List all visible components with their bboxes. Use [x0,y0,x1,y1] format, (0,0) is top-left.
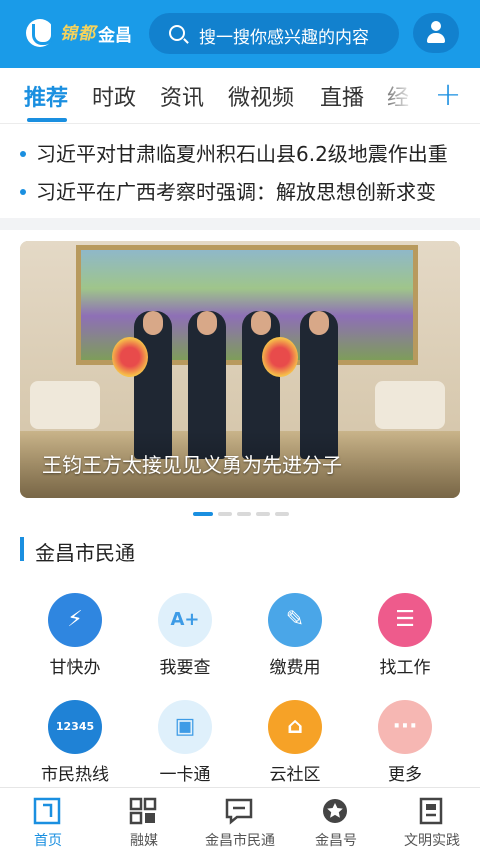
nav-label: 文明实践 [404,833,460,849]
bottom-nav: 首页 融媒 金昌市民通 金昌号 文明实践 [0,787,480,853]
flower-bouquet [112,337,148,377]
service-gankuaiban[interactable]: ⚡ 甘快办 [20,593,130,683]
service-label: 一卡通 [159,765,211,785]
tab-live[interactable]: 直播 [320,80,364,112]
headline-text: 习近平在广西考察时强调：解放思想创新求变 [36,180,436,204]
banner-caption: 王钧王方太接见见义勇为先进分子 [42,453,342,477]
more-icon: ··· [378,700,432,754]
headline-item[interactable]: 习近平对甘肃临夏州积石山县6.2级地震作出重 [20,138,448,168]
tab-micro-video[interactable]: 微视频 [228,80,294,112]
headline-ticker: 习近平对甘肃临夏州积石山县6.2级地震作出重 习近平在广西考察时强调：解放思想创… [0,124,480,218]
service-community[interactable]: ⌂ 云社区 [240,700,350,790]
grid-icon [129,797,157,825]
user-button[interactable] [413,13,459,53]
nav-label: 金昌市民通 [205,833,275,849]
search-document-icon: A+ [158,593,212,647]
channel-tabs: 推荐 时政 资讯 微视频 直播 经 + [0,68,480,124]
chat-icon [225,798,253,825]
logo-icon [26,19,54,47]
logo-mark: 锦都 [60,24,96,44]
nav-label: 金昌号 [315,833,357,849]
nav-citizen[interactable]: 金昌市民通 [192,788,288,853]
service-search[interactable]: A+ 我要查 [130,593,240,683]
nav-media[interactable]: 融媒 [96,788,192,853]
carousel-dot[interactable] [193,512,213,516]
service-label: 云社区 [269,765,321,785]
star-badge-icon [323,799,347,823]
logo-name: 金昌 [98,26,132,46]
carousel-dots [0,512,480,518]
carousel-dot[interactable] [237,512,251,516]
tab-politics[interactable]: 时政 [92,80,136,112]
active-tab-indicator [27,118,67,122]
service-jobs[interactable]: ☰ 找工作 [350,593,460,683]
search-bar[interactable]: 搜一搜你感兴趣的内容 [149,13,399,54]
service-label: 找工作 [379,658,431,678]
document-icon [419,797,443,825]
payment-card-icon: ✎ [268,593,322,647]
clipboard-icon: ☰ [378,593,432,647]
app-header: 锦都 金昌 搜一搜你感兴趣的内容 [0,0,480,68]
service-more[interactable]: ··· 更多 [350,700,460,790]
service-label: 市民热线 [41,765,109,785]
section-title: 金昌市民通 [35,541,135,565]
service-hotline[interactable]: 12345 市民热线 [20,700,130,790]
service-label: 甘快办 [49,658,101,678]
bullet-icon [20,188,26,195]
service-card[interactable]: ▣ 一卡通 [130,700,240,790]
carousel-dot[interactable] [218,512,232,516]
search-icon [169,25,185,41]
nav-label: 首页 [34,833,62,849]
user-icon [427,21,445,43]
carousel-dot[interactable] [275,512,289,516]
service-payment[interactable]: ✎ 缴费用 [240,593,350,683]
nav-home[interactable]: 首页 [0,788,96,853]
flower-bouquet [262,337,298,377]
headline-text: 习近平对甘肃临夏州积石山县6.2级地震作出重 [36,142,448,166]
service-label: 更多 [388,765,422,785]
section-accent-bar [20,537,24,561]
id-card-icon: ▣ [158,700,212,754]
service-label: 我要查 [159,658,211,678]
home-icon [33,797,61,825]
headline-item[interactable]: 习近平在广西考察时强调：解放思想创新求变 [20,176,436,206]
tab-news[interactable]: 资讯 [160,80,204,112]
nav-label: 融媒 [130,833,158,849]
hotline-12345-icon: 12345 [48,700,102,754]
lightning-drop-icon: ⚡ [48,593,102,647]
search-placeholder: 搜一搜你感兴趣的内容 [199,28,369,48]
nav-jinchang-hao[interactable]: 金昌号 [288,788,384,853]
banner-carousel[interactable]: 王钧王方太接见见义勇为先进分子 [20,241,460,498]
house-icon: ⌂ [268,700,322,754]
nav-civilization[interactable]: 文明实践 [384,788,480,853]
service-label: 缴费用 [269,658,321,678]
carousel-dot[interactable] [256,512,270,516]
tab-recommend[interactable]: 推荐 [24,80,68,112]
add-channel-button[interactable]: + [430,74,466,114]
bullet-icon [20,150,26,157]
